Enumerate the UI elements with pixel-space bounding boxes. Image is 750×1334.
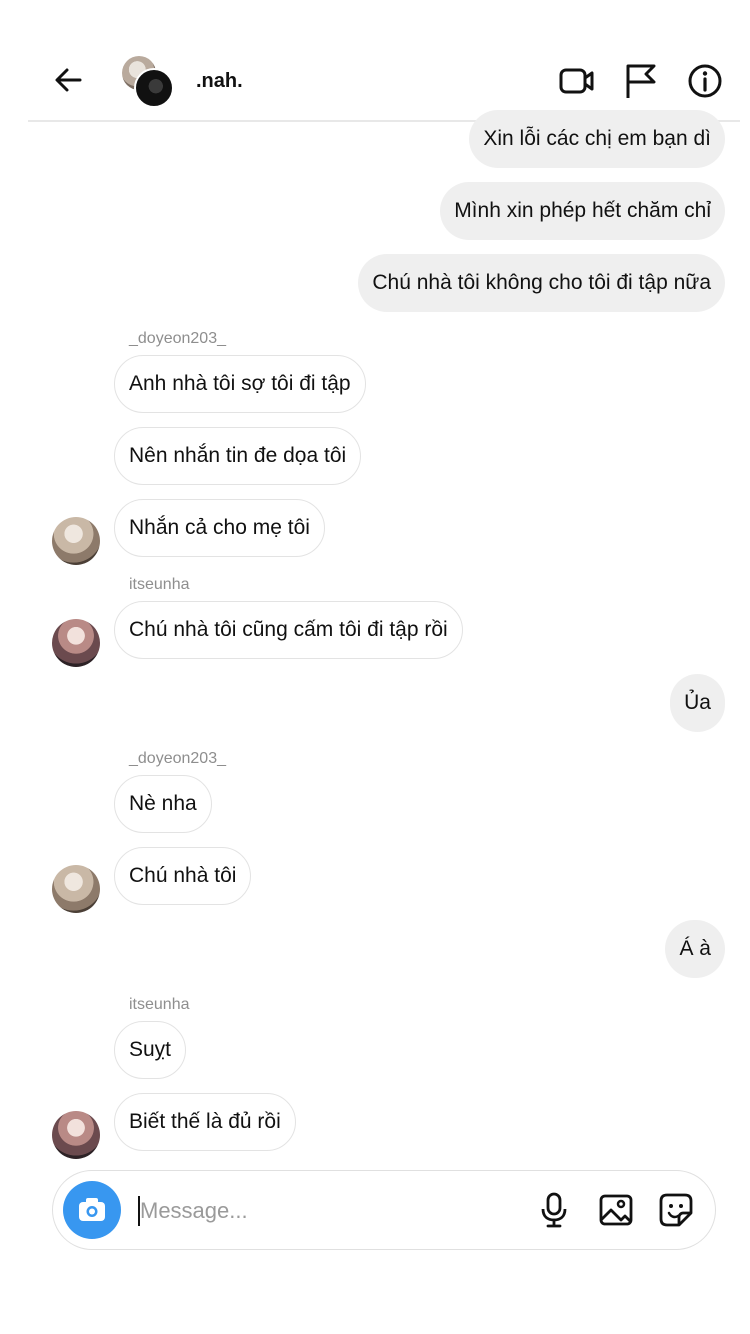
outgoing-message[interactable]: Mình xin phép hết chăm chỉ	[440, 182, 725, 240]
group-avatar[interactable]	[122, 56, 178, 108]
incoming-message[interactable]: Nhắn cả cho mẹ tôi	[114, 499, 325, 557]
incoming-message[interactable]: Biết thế là đủ rồi	[114, 1093, 296, 1151]
outgoing-message[interactable]: Chú nhà tôi không cho tôi đi tập nữa	[358, 254, 725, 312]
back-arrow-icon[interactable]	[52, 64, 84, 96]
flag-icon[interactable]	[622, 62, 660, 100]
sender-name: itseunha	[129, 576, 190, 593]
avatar[interactable]	[52, 619, 100, 667]
camera-button[interactable]	[63, 1181, 121, 1239]
incoming-message[interactable]: Nè nha	[114, 775, 212, 833]
avatar[interactable]	[52, 865, 100, 913]
avatar[interactable]	[52, 517, 100, 565]
outgoing-message[interactable]: Ủa	[670, 674, 725, 732]
message-input[interactable]: Message...	[140, 1198, 248, 1224]
incoming-message[interactable]: Anh nhà tôi sợ tôi đi tập	[114, 355, 366, 413]
sender-name: itseunha	[129, 996, 190, 1013]
video-call-icon[interactable]	[558, 62, 596, 100]
avatar[interactable]	[52, 1111, 100, 1159]
incoming-message[interactable]: Chú nhà tôi cũng cấm tôi đi tập rồi	[114, 601, 463, 659]
message-composer: Message...	[52, 1170, 716, 1250]
camera-icon	[79, 1198, 105, 1221]
gallery-icon[interactable]	[597, 1191, 635, 1229]
chat-title[interactable]: .nah.	[196, 70, 243, 93]
sender-name: _doyeon203_	[129, 750, 226, 767]
sender-name: _doyeon203_	[129, 330, 226, 347]
avatar	[134, 68, 174, 108]
sticker-icon[interactable]	[657, 1191, 695, 1229]
incoming-message[interactable]: Suỵt	[114, 1021, 187, 1079]
incoming-message[interactable]: Nên nhắn tin đe dọa tôi	[114, 427, 362, 485]
outgoing-message[interactable]: Á à	[665, 920, 725, 978]
incoming-message[interactable]: Chú nhà tôi	[114, 847, 252, 905]
info-icon[interactable]	[686, 62, 724, 100]
microphone-icon[interactable]	[535, 1191, 573, 1229]
outgoing-message[interactable]: Xin lỗi các chị em bạn dì	[469, 110, 725, 168]
